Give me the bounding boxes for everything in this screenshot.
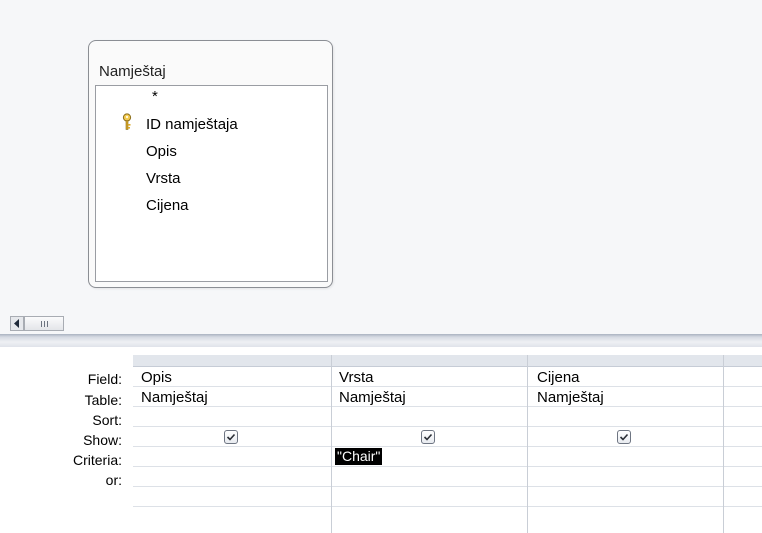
field-item-all[interactable]: *	[152, 88, 158, 105]
cell-table-col3[interactable]: Namještaj	[537, 389, 604, 406]
cell-table-col1[interactable]: Namještaj	[141, 389, 208, 406]
check-icon	[619, 433, 629, 441]
row-labels: Field: Table: Sort: Show: Criteria: or:	[0, 355, 133, 533]
check-icon	[226, 433, 236, 441]
show-checkbox-col1[interactable]	[224, 430, 238, 444]
query-design-area[interactable]: Namještaj * ID namještaja Opis Vrsta Cij…	[0, 0, 762, 313]
grid-column-divider	[331, 355, 332, 533]
row-label-sort: Sort:	[92, 412, 122, 428]
row-label-show: Show:	[83, 432, 122, 448]
cell-field-col2[interactable]: Vrsta	[339, 369, 373, 386]
grid-cells: Opis Namještaj Vrsta Namještaj "Chair" C…	[133, 355, 762, 533]
field-item-vrsta[interactable]: Vrsta	[146, 170, 180, 187]
grid-column-divider	[723, 355, 724, 533]
grid-row-divider	[133, 506, 762, 507]
row-label-table: Table:	[84, 392, 122, 408]
table-box-namjestaj[interactable]: Namještaj * ID namještaja Opis Vrsta Cij…	[88, 40, 333, 288]
check-icon	[423, 433, 433, 441]
row-label-criteria: Criteria:	[72, 452, 122, 468]
cell-table-col2[interactable]: Namještaj	[339, 389, 406, 406]
pane-splitter[interactable]	[0, 334, 762, 347]
cell-field-col1[interactable]: Opis	[141, 369, 172, 386]
grid-row-divider	[133, 466, 762, 467]
show-checkbox-col3[interactable]	[617, 430, 631, 444]
grid-row-divider	[133, 486, 762, 487]
grid-row-divider	[133, 426, 762, 427]
design-grid[interactable]: Field: Table: Sort: Show: Criteria: or: …	[0, 347, 762, 533]
scroll-left-button[interactable]	[10, 316, 24, 331]
horizontal-scrollbar[interactable]	[0, 313, 762, 334]
field-item-id[interactable]: ID namještaja	[146, 116, 238, 133]
scroll-thumb[interactable]	[24, 316, 64, 331]
field-item-opis[interactable]: Opis	[146, 143, 177, 160]
grid-row-divider	[133, 406, 762, 407]
table-box-title[interactable]: Namještaj	[99, 63, 166, 80]
field-item-cijena[interactable]: Cijena	[146, 197, 189, 214]
cell-field-col3[interactable]: Cijena	[537, 369, 580, 386]
primary-key-icon	[122, 113, 132, 130]
show-checkbox-col2[interactable]	[421, 430, 435, 444]
row-label-or: or:	[105, 472, 122, 488]
grid-column-divider	[527, 355, 528, 533]
row-label-field: Field:	[87, 371, 122, 387]
field-list[interactable]: * ID namještaja Opis Vrsta Cijena	[95, 85, 328, 282]
grip-icon	[41, 321, 48, 327]
criteria-cell-col2[interactable]: "Chair"	[335, 448, 383, 465]
grid-row-divider	[133, 386, 762, 387]
grid-row-divider	[133, 446, 762, 447]
arrow-left-icon	[14, 319, 19, 328]
